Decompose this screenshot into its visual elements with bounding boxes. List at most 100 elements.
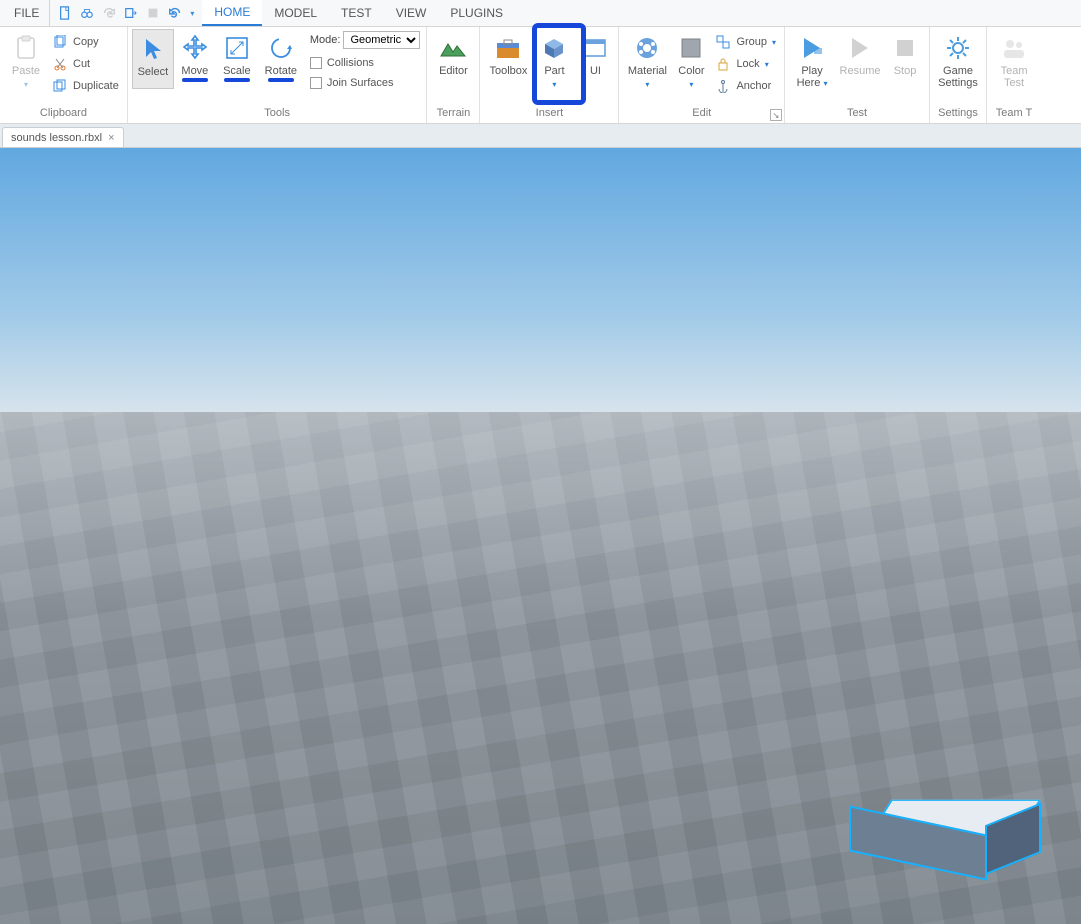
stop-button[interactable]: Stop <box>885 29 925 105</box>
group-terrain: Editor Terrain <box>427 27 480 123</box>
rotate-icon <box>266 33 296 63</box>
group-team-test: TeamTest Team T <box>987 27 1041 123</box>
group-label-clipboard: Clipboard <box>4 106 123 123</box>
resume-icon <box>845 33 875 63</box>
join-surfaces-toggle[interactable]: Join Surfaces <box>308 73 423 93</box>
group-label-edit: Edit <box>623 106 780 123</box>
chevron-down-icon: ▾ <box>765 60 769 69</box>
anchor-button[interactable]: Anchor <box>711 75 780 97</box>
chevron-down-icon: ▾ <box>552 80 556 89</box>
anchor-icon <box>715 78 731 94</box>
toolbox-button[interactable]: Toolbox <box>484 29 532 105</box>
stop-icon[interactable] <box>144 4 162 22</box>
binoculars-icon[interactable] <box>78 4 96 22</box>
duplicate-icon <box>52 78 68 94</box>
scale-tool[interactable]: Scale <box>216 29 258 89</box>
undo-dropdown-icon[interactable]: ▾ <box>188 4 196 22</box>
tab-test[interactable]: TEST <box>329 0 384 26</box>
quick-access: ▾ <box>50 0 202 26</box>
select-tool[interactable]: Select <box>132 29 174 89</box>
cut-icon <box>52 56 68 72</box>
lock-button[interactable]: Lock ▾ <box>711 53 780 75</box>
terrain-icon <box>438 33 468 63</box>
group-label-insert: Insert <box>484 106 614 123</box>
team-test-button[interactable]: TeamTest <box>991 29 1037 105</box>
group-label-team: Team T <box>991 106 1037 123</box>
paste-button[interactable]: Paste ▾ <box>4 29 48 105</box>
copy-label: Copy <box>73 36 99 48</box>
tab-plugins[interactable]: PLUGINS <box>438 0 515 26</box>
chevron-down-icon: ▾ <box>823 79 827 88</box>
group-edit: Material ▾ Color ▾ Group ▾ <box>619 27 785 123</box>
material-button[interactable]: Material ▾ <box>623 29 671 105</box>
menubar: FILE ▾ HOME MODEL TEST VIEW PLUGINS <box>0 0 1081 27</box>
ui-icon <box>580 33 610 63</box>
group-label-settings: Settings <box>934 106 982 123</box>
file-menu[interactable]: FILE <box>4 0 50 26</box>
viewport-3d[interactable] <box>0 148 1081 924</box>
group-clipboard: Paste ▾ Copy Cut <box>0 27 128 123</box>
export-icon[interactable] <box>122 4 140 22</box>
rotate-tool[interactable]: Rotate <box>258 29 304 89</box>
copy-icon <box>52 34 68 50</box>
tab-view[interactable]: VIEW <box>384 0 439 26</box>
scale-icon <box>222 33 252 63</box>
redo-icon[interactable] <box>100 4 118 22</box>
duplicate-label: Duplicate <box>73 80 119 92</box>
annotation-underline <box>224 78 250 82</box>
collisions-toggle[interactable]: Collisions <box>308 53 423 73</box>
stop-square-icon <box>890 33 920 63</box>
group-label-test: Test <box>789 106 925 123</box>
selected-part[interactable] <box>861 784 1041 894</box>
ui-button[interactable]: UI <box>576 29 614 105</box>
material-icon <box>632 33 662 63</box>
mode-select[interactable]: Geometric <box>343 31 420 49</box>
checkbox-icon <box>310 77 322 89</box>
color-button[interactable]: Color ▾ <box>671 29 711 105</box>
document-tab-label: sounds lesson.rbxl <box>11 132 102 144</box>
group-label-tools: Tools <box>132 106 423 123</box>
tab-model[interactable]: MODEL <box>262 0 329 26</box>
chevron-down-icon: ▾ <box>645 80 649 89</box>
cursor-icon <box>138 34 168 64</box>
group-test: PlayHere ▾ Resume Stop Test <box>785 27 930 123</box>
chevron-down-icon: ▾ <box>772 38 776 47</box>
document-tab[interactable]: sounds lesson.rbxl × <box>2 127 124 147</box>
group-icon <box>715 34 731 50</box>
ribbon-tabstrip: HOME MODEL TEST VIEW PLUGINS <box>202 0 515 26</box>
annotation-underline <box>182 78 208 82</box>
play-here-button[interactable]: PlayHere ▾ <box>789 29 835 105</box>
toolbox-icon <box>493 33 523 63</box>
group-button[interactable]: Group ▾ <box>711 31 780 53</box>
document-tabs: sounds lesson.rbxl × <box>0 124 1081 148</box>
part-icon <box>539 33 569 63</box>
team-icon <box>999 33 1029 63</box>
part-button[interactable]: Part ▾ <box>532 29 576 105</box>
annotation-underline <box>268 78 294 82</box>
gear-icon <box>943 33 973 63</box>
new-icon[interactable] <box>56 4 74 22</box>
group-label-terrain: Terrain <box>431 106 475 123</box>
duplicate-button[interactable]: Duplicate <box>48 75 123 97</box>
game-settings-button[interactable]: GameSettings <box>934 29 982 105</box>
move-tool[interactable]: Move <box>174 29 216 89</box>
close-icon[interactable]: × <box>108 132 114 144</box>
group-settings: GameSettings Settings <box>930 27 987 123</box>
group-insert: Toolbox Part ▾ UI Insert <box>480 27 619 123</box>
undo-icon[interactable] <box>166 4 184 22</box>
cut-button[interactable]: Cut <box>48 53 123 75</box>
lock-icon <box>715 56 731 72</box>
paste-icon <box>11 33 41 63</box>
terrain-editor-button[interactable]: Editor <box>431 29 475 105</box>
copy-button[interactable]: Copy <box>48 31 123 53</box>
tab-home[interactable]: HOME <box>202 0 262 26</box>
resume-button[interactable]: Resume <box>835 29 885 105</box>
move-icon <box>180 33 210 63</box>
play-here-icon <box>797 33 827 63</box>
ribbon: Paste ▾ Copy Cut <box>0 27 1081 124</box>
dialog-launcher-icon[interactable]: ↘ <box>770 109 782 121</box>
cut-label: Cut <box>73 58 90 70</box>
mode-label: Mode: <box>310 34 341 46</box>
checkbox-icon <box>310 57 322 69</box>
group-tools: Select Move Scale Rotate <box>128 27 428 123</box>
